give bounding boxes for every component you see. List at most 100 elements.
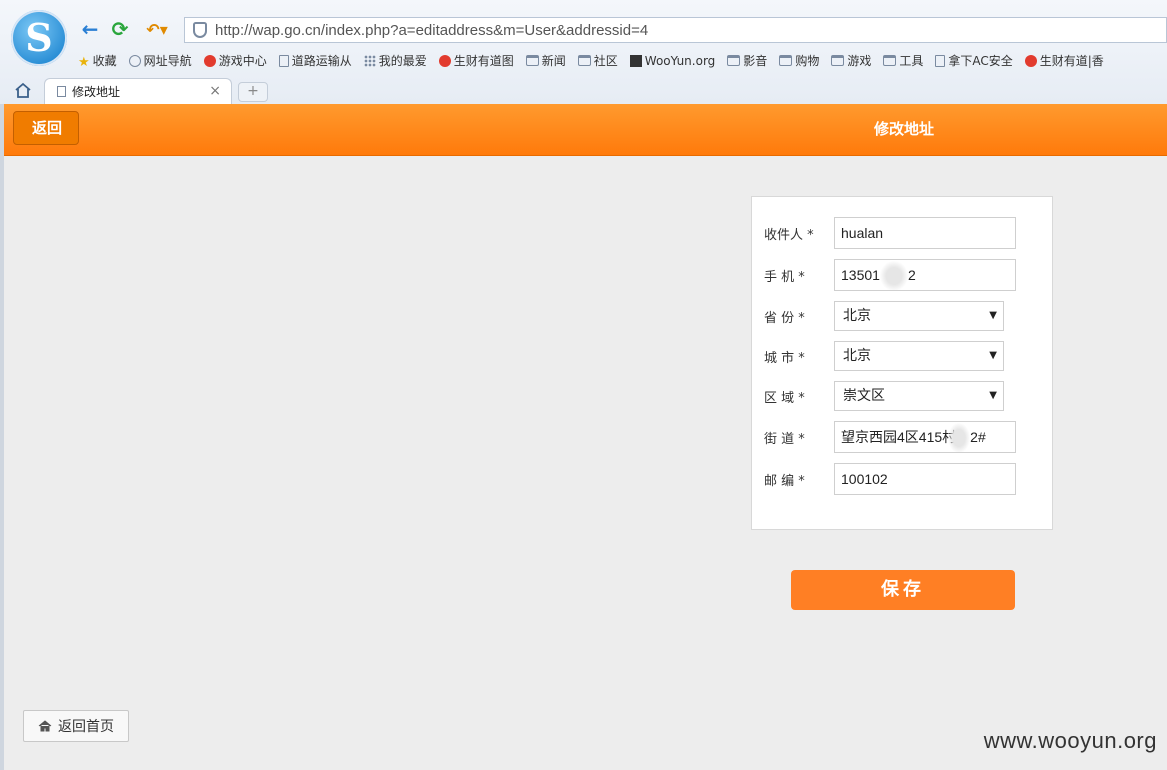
folder-icon — [525, 55, 539, 66]
phone-input[interactable]: 13501 2 — [834, 259, 1016, 291]
grid-icon — [363, 54, 376, 67]
bookmark-label: 生财有道|香 — [1039, 54, 1104, 68]
folder-icon — [883, 55, 897, 66]
phone-value-end: 2 — [907, 267, 916, 283]
bookmark-label: 道路运输从 — [291, 54, 352, 68]
redaction-blur — [879, 261, 908, 290]
bookmark-ac-security[interactable]: 拿下AC安全 — [935, 52, 1013, 69]
wooyun-icon — [629, 54, 642, 67]
province-value: 北京 — [843, 308, 871, 324]
phone-value-start: 13501 — [841, 267, 880, 283]
bookmark-shengcai-2[interactable]: 生财有道|香 — [1024, 52, 1104, 69]
bookmark-tools[interactable]: 工具 — [883, 52, 923, 69]
province-row: 省 份 * 北京 ▼ — [764, 301, 1004, 331]
bookmark-label: 影音 — [743, 54, 768, 68]
bookmark-my-favorites[interactable]: 我的最爱 — [363, 52, 427, 69]
page-icon — [935, 54, 946, 67]
home-button-label: 返回首页 — [58, 719, 114, 735]
city-value: 北京 — [843, 348, 871, 364]
bookmark-games[interactable]: 游戏 — [831, 52, 871, 69]
street-value-start: 望京西园4区415村 — [841, 429, 957, 445]
globe-icon — [128, 54, 141, 67]
bookmark-news[interactable]: 新闻 — [525, 52, 566, 69]
zipcode-input[interactable]: 100102 — [834, 463, 1016, 495]
street-label: 街 道 * — [764, 431, 805, 447]
tab-edit-address[interactable]: 修改地址 × — [44, 78, 232, 104]
close-icon[interactable]: × — [209, 83, 221, 99]
city-label: 城 市 * — [764, 350, 805, 366]
bookmark-label: WooYun.org — [644, 53, 716, 68]
phone-row: 手 机 * 13501 2 — [764, 259, 1016, 291]
district-select[interactable]: 崇文区 ▼ — [834, 381, 1004, 411]
bookmarks-bar: ★ 收藏 网址导航 游戏中心 道路运输从 我的最爱 生财有道图 新闻 社区 Woo… — [78, 52, 1116, 70]
recipient-label: 收件人 * — [764, 227, 814, 243]
home-icon[interactable] — [14, 82, 32, 98]
folder-icon — [779, 55, 793, 66]
bookmark-label: 我的最爱 — [378, 54, 427, 68]
bookmark-label: 新闻 — [541, 54, 566, 68]
security-shield-icon — [193, 22, 207, 38]
bookmark-nav[interactable]: 网址导航 — [128, 52, 192, 69]
bookmark-label: 拿下AC安全 — [948, 54, 1013, 68]
street-input[interactable]: 望京西园4区415村 2# — [834, 421, 1016, 453]
browser-chrome: ← ⟳ ↶▾ http://wap.go.cn/index.php?a=edit… — [0, 0, 1167, 105]
dropdown-arrow-icon: ▼ — [989, 350, 997, 361]
street-value-end: 2# — [970, 429, 986, 445]
bookmark-label: 游戏中心 — [218, 54, 267, 68]
home-icon — [38, 720, 52, 732]
bookmark-label: 购物 — [795, 54, 820, 68]
address-bar[interactable]: http://wap.go.cn/index.php?a=editaddress… — [184, 17, 1167, 43]
star-icon: ★ — [78, 54, 90, 70]
new-tab-button[interactable]: + — [238, 82, 268, 102]
city-row: 城 市 * 北京 ▼ — [764, 341, 1004, 371]
folder-icon — [727, 55, 741, 66]
zipcode-label: 邮 编 * — [764, 473, 805, 489]
bookmark-wooyun[interactable]: WooYun.org — [629, 52, 716, 69]
save-button[interactable]: 保存 — [791, 570, 1015, 610]
redaction-blur — [948, 423, 971, 452]
bookmark-transport[interactable]: 道路运输从 — [278, 52, 352, 69]
phone-label: 手 机 * — [764, 269, 805, 285]
page-header: 修改地址 返回 — [4, 104, 1167, 156]
red-badge-icon — [1024, 54, 1037, 67]
bookmark-label: 游戏 — [847, 54, 872, 68]
page-title: 修改地址 — [873, 120, 934, 138]
province-select[interactable]: 北京 ▼ — [834, 301, 1004, 331]
bookmark-media[interactable]: 影音 — [727, 52, 767, 69]
sogou-browser-logo-icon[interactable] — [11, 10, 67, 66]
tab-label: 修改地址 — [72, 85, 121, 99]
bookmark-label: 收藏 — [92, 54, 117, 68]
back-button[interactable]: 返回 — [13, 111, 79, 145]
recipient-input[interactable]: hualan — [834, 217, 1016, 249]
bookmark-shengcai[interactable]: 生财有道图 — [438, 52, 514, 69]
bookmark-community[interactable]: 社区 — [577, 52, 618, 69]
district-row: 区 域 * 崇文区 ▼ — [764, 381, 1004, 411]
dropdown-arrow-icon: ▼ — [989, 310, 997, 321]
bookmark-game-center[interactable]: 游戏中心 — [203, 52, 267, 69]
tab-strip: 修改地址 × + — [0, 76, 1167, 104]
province-label: 省 份 * — [764, 310, 805, 326]
back-arrow-icon[interactable]: ← — [78, 17, 102, 41]
zipcode-row: 邮 编 * 100102 — [764, 463, 1016, 495]
bookmark-shopping[interactable]: 购物 — [779, 52, 819, 69]
bookmark-label: 社区 — [593, 54, 618, 68]
bookmark-label: 网址导航 — [143, 54, 192, 68]
dropdown-arrow-icon: ▼ — [989, 390, 997, 401]
refresh-icon[interactable]: ⟳ — [108, 17, 132, 41]
city-select[interactable]: 北京 ▼ — [834, 341, 1004, 371]
url-text[interactable]: http://wap.go.cn/index.php?a=editaddress… — [215, 22, 648, 39]
recipient-row: 收件人 * hualan — [764, 217, 1016, 249]
page-icon — [278, 54, 289, 67]
bookmark-label: 生财有道图 — [453, 54, 514, 68]
page-icon — [57, 86, 66, 97]
game-icon — [203, 54, 216, 67]
folder-icon — [831, 55, 845, 66]
address-form: 收件人 * hualan 手 机 * 13501 2 省 份 * 北京 ▼ 城 市 … — [751, 196, 1053, 530]
district-value: 崇文区 — [843, 388, 885, 404]
back-to-home-button[interactable]: 返回首页 — [23, 710, 129, 742]
red-badge-icon — [438, 54, 451, 67]
undo-dropdown-icon[interactable]: ↶▾ — [140, 17, 174, 41]
street-row: 街 道 * 望京西园4区415村 2# — [764, 421, 1016, 453]
bookmark-favorites[interactable]: ★ 收藏 — [78, 52, 117, 70]
folder-icon — [577, 55, 591, 66]
